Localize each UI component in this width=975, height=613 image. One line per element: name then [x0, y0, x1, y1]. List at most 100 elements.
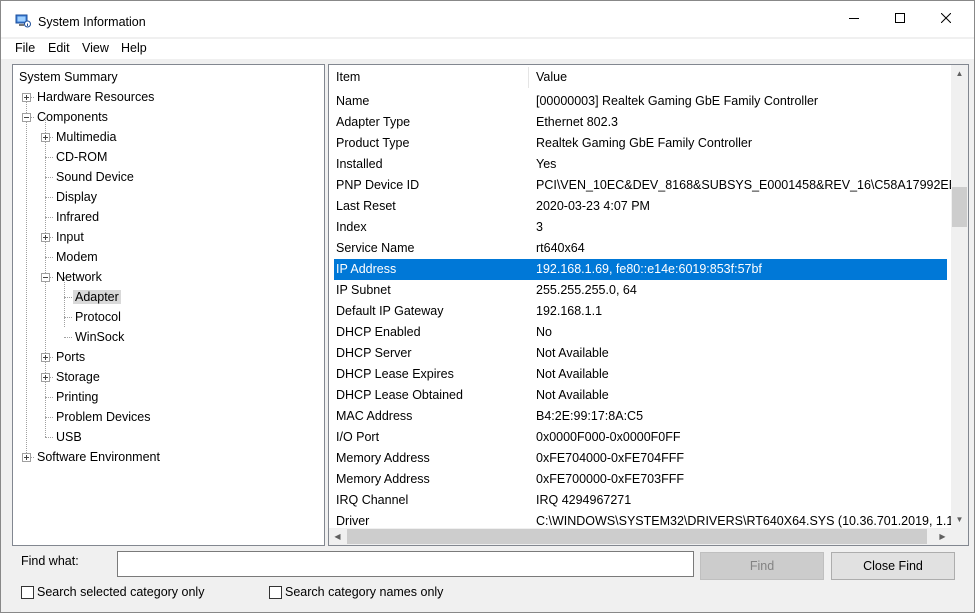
table-row[interactable]: PNP Device ID PCI\VEN_10EC&DEV_8168&SUBSY…	[334, 175, 968, 196]
tree-connector-line	[45, 197, 53, 198]
table-row[interactable]: Memory Address 0xFE704000-0xFE704FFF	[334, 448, 947, 469]
expand-plus-icon[interactable]	[41, 233, 50, 242]
scroll-down-arrow-icon[interactable]: ▼	[951, 511, 968, 528]
table-row[interactable]: Name [00000003] Realtek Gaming GbE Family…	[334, 91, 947, 112]
tree-item-infrared[interactable]: Infrared	[54, 207, 101, 227]
tree-item-label: Multimedia	[56, 130, 117, 144]
vertical-scrollbar[interactable]: ▲ ▼	[951, 65, 968, 528]
scroll-up-arrow-icon[interactable]: ▲	[951, 65, 968, 82]
table-row[interactable]: Service Name rt640x64	[334, 238, 947, 259]
checkbox-box[interactable]	[269, 585, 282, 599]
tree-item-input[interactable]: Input	[54, 227, 86, 247]
row-value-cell: 0xFE704000-0xFE704FFF	[536, 451, 684, 465]
tree-item-ports[interactable]: Ports	[54, 347, 87, 367]
tree-connector-line	[45, 397, 53, 398]
row-value-cell: B4:2E:99:17:8A:C5	[536, 409, 644, 423]
expand-plus-icon[interactable]	[41, 353, 50, 362]
table-row[interactable]: DHCP Enabled No	[334, 322, 947, 343]
tree-item-hardware-resources[interactable]: Hardware Resources	[35, 87, 156, 107]
find-what-input[interactable]	[117, 551, 694, 577]
table-row[interactable]: DHCP Server Not Available	[334, 343, 947, 364]
horizontal-scroll-thumb[interactable]	[347, 529, 927, 544]
table-row[interactable]: Default IP Gateway 192.168.1.1	[334, 301, 947, 322]
row-item-cell: Memory Address	[336, 472, 430, 486]
tree-item-winsock[interactable]: WinSock	[73, 327, 126, 347]
minimize-icon	[849, 18, 859, 19]
vertical-scroll-thumb[interactable]	[952, 187, 967, 227]
table-row[interactable]: IRQ Channel IRQ 4294967271	[334, 490, 947, 511]
row-value-cell: Ethernet 802.3	[536, 115, 619, 129]
table-row[interactable]: Last Reset 2020-03-23 4:07 PM	[334, 196, 947, 217]
find-button[interactable]: Find	[700, 552, 824, 580]
close-find-button[interactable]: Close Find	[831, 552, 955, 580]
row-value-cell: [00000003] Realtek Gaming GbE Family Con…	[536, 94, 819, 108]
row-value-cell: 192.168.1.69, fe80::e14e:6019:853f:57bf	[536, 262, 762, 276]
column-header-row: Item Value	[329, 65, 947, 90]
table-row[interactable]: Memory Address 0xFE700000-0xFE703FFF	[334, 469, 947, 490]
tree-item-multimedia[interactable]: Multimedia	[54, 127, 118, 147]
collapse-minus-icon[interactable]	[22, 113, 31, 122]
table-row[interactable]: MAC Address B4:2E:99:17:8A:C5	[334, 406, 947, 427]
table-row[interactable]: DHCP Lease Expires Not Available	[334, 364, 947, 385]
row-item-cell: Installed	[336, 157, 383, 171]
tree-item-adapter[interactable]: Adapter	[73, 287, 121, 307]
table-row[interactable]: Installed Yes	[334, 154, 947, 175]
search-category-names-checkbox[interactable]: Search category names only	[269, 584, 443, 600]
table-row[interactable]: IP Subnet 255.255.255.0, 64	[334, 280, 947, 301]
table-row[interactable]: Adapter Type Ethernet 802.3	[334, 112, 947, 133]
search-selected-category-checkbox[interactable]: Search selected category only	[21, 584, 204, 600]
row-value-cell: Yes	[536, 157, 557, 171]
table-row[interactable]: Product Type Realtek Gaming GbE Family Co…	[334, 133, 947, 154]
row-item-cell: IP Subnet	[336, 283, 391, 297]
column-divider[interactable]	[528, 67, 529, 88]
table-row[interactable]: IP Address 192.168.1.69, fe80::e14e:6019:…	[334, 259, 947, 280]
collapse-minus-icon[interactable]	[41, 273, 50, 282]
maximize-button[interactable]	[877, 1, 923, 35]
tree-item-label: System Summary	[19, 70, 118, 84]
category-tree[interactable]: System Summary Hardware Resources Componen…	[12, 64, 325, 546]
tree-item-storage[interactable]: Storage	[54, 367, 102, 387]
minimize-button[interactable]	[831, 1, 877, 35]
tree-item-label: Software Environment	[37, 450, 160, 464]
tree-item-components[interactable]: Components	[35, 107, 110, 127]
tree-item-sound-device[interactable]: Sound Device	[54, 167, 136, 187]
expand-plus-icon[interactable]	[22, 453, 31, 462]
tree-item-software-environment[interactable]: Software Environment	[35, 447, 162, 467]
tree-item-printing[interactable]: Printing	[54, 387, 100, 407]
tree-connector-line	[64, 297, 72, 298]
table-row[interactable]: DHCP Lease Obtained Not Available	[334, 385, 947, 406]
row-item-cell: DHCP Enabled	[336, 325, 421, 339]
expand-plus-icon[interactable]	[41, 373, 50, 382]
details-list[interactable]: Item Value Name [00000003] Realtek Gaming…	[328, 64, 969, 546]
column-header-value[interactable]: Value	[536, 65, 567, 90]
table-row[interactable]: Index 3	[334, 217, 947, 238]
find-what-label: Find what:	[21, 554, 79, 568]
maximize-icon	[895, 13, 905, 23]
row-item-cell: Memory Address	[336, 451, 430, 465]
title-bar[interactable]: System Information	[1, 1, 974, 37]
tree-item-modem[interactable]: Modem	[54, 247, 100, 267]
scroll-right-arrow-icon[interactable]: ▶	[934, 528, 951, 545]
tree-item-network[interactable]: Network	[54, 267, 104, 287]
expand-plus-icon[interactable]	[41, 133, 50, 142]
close-button[interactable]	[923, 1, 969, 35]
row-item-cell: Adapter Type	[336, 115, 411, 129]
table-row[interactable]: I/O Port 0x0000F000-0x0000F0FF	[334, 427, 947, 448]
scroll-left-arrow-icon[interactable]: ◀	[329, 528, 346, 545]
horizontal-scrollbar[interactable]: ◀ ▶	[329, 528, 951, 545]
menu-edit[interactable]: Edit	[48, 41, 70, 55]
tree-item-system-summary[interactable]: System Summary	[17, 67, 120, 87]
tree-item-label: Problem Devices	[56, 410, 151, 424]
menu-file[interactable]: File	[15, 41, 35, 55]
checkbox-box[interactable]	[21, 585, 34, 599]
column-header-item[interactable]: Item	[336, 65, 360, 90]
tree-item-protocol[interactable]: Protocol	[73, 307, 123, 327]
expand-plus-icon[interactable]	[22, 93, 31, 102]
menu-help[interactable]: Help	[121, 41, 147, 55]
tree-item-problem-devices[interactable]: Problem Devices	[54, 407, 152, 427]
tree-item-display[interactable]: Display	[54, 187, 99, 207]
tree-item-cd-rom[interactable]: CD-ROM	[54, 147, 109, 167]
row-item-cell: DHCP Lease Expires	[336, 367, 454, 381]
tree-item-usb[interactable]: USB	[54, 427, 84, 447]
menu-view[interactable]: View	[82, 41, 109, 55]
